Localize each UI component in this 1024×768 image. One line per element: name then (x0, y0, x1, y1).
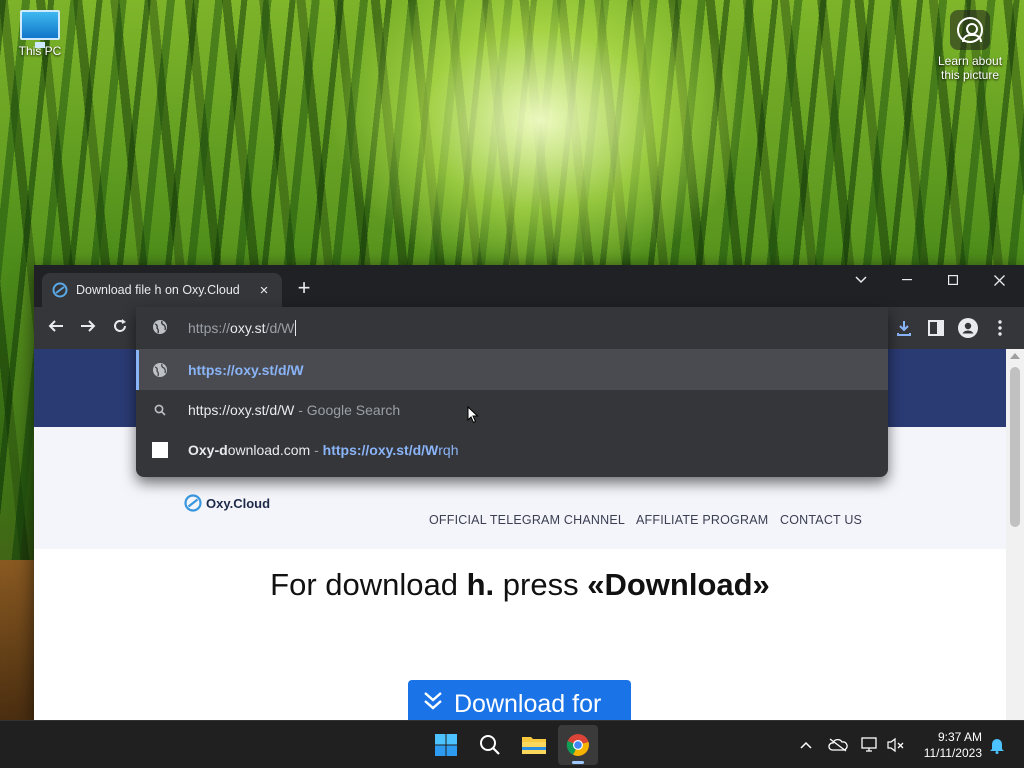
clock-time: 9:37 AM (937, 730, 982, 744)
double-chevron-down-icon (424, 692, 442, 710)
suggestion-search-text: https://oxy.st/d/W (188, 402, 295, 418)
page-scrollbar[interactable] (1006, 349, 1024, 720)
suggestion-search-source: - Google Search (298, 402, 401, 418)
computer-icon (20, 10, 60, 48)
address-host: oxy.st (230, 320, 266, 336)
back-button[interactable] (44, 316, 68, 340)
suggestion-history-url-rest: rqh (438, 442, 459, 458)
search-icon (152, 402, 168, 418)
oxy-cloud-logo-icon (184, 494, 202, 512)
clock-date: 11/11/2023 (923, 746, 982, 760)
address-bar[interactable]: https://oxy.st/d/W (136, 307, 888, 349)
tab-title: Download file h on Oxy.Cloud (76, 283, 240, 297)
menu-kebab-icon[interactable] (988, 316, 1012, 340)
network-icon[interactable] (859, 735, 881, 755)
suggestion-url-text: https://oxy.st/d/W (188, 362, 304, 378)
scrollbar-thumb[interactable] (1010, 367, 1020, 527)
nav-link-contact[interactable]: CONTACT US (780, 513, 862, 527)
suggestion-url[interactable]: https://oxy.st/d/W (136, 350, 888, 390)
learn-about-picture-icon (950, 10, 990, 50)
tab-strip: Download file h on Oxy.Cloud × + (34, 265, 1024, 307)
headline-pre: For download (270, 567, 467, 602)
windows-start-icon[interactable] (426, 725, 466, 765)
logo-text: Oxy.Cloud (206, 495, 271, 511)
maximize-button[interactable] (930, 265, 976, 295)
nav-link-affiliate[interactable]: AFFILIATE PROGRAM (636, 513, 768, 527)
reload-button[interactable] (108, 316, 132, 340)
download-button[interactable]: Download for (408, 680, 631, 720)
scroll-up-arrow-icon[interactable] (1010, 353, 1020, 359)
chrome-icon[interactable] (558, 725, 598, 765)
download-button-label: Download for (454, 690, 602, 718)
downloads-icon[interactable] (892, 316, 916, 340)
volume-muted-icon[interactable] (885, 735, 907, 755)
tray-overflow-chevron-icon[interactable] (795, 735, 817, 755)
globe-icon (152, 319, 168, 338)
globe-icon (152, 362, 168, 378)
forward-button[interactable] (76, 316, 100, 340)
tab-close-icon[interactable]: × (256, 282, 272, 299)
close-window-button[interactable] (976, 265, 1022, 295)
tab-search-chevron-icon[interactable] (838, 265, 884, 295)
side-panel-icon[interactable] (924, 316, 948, 340)
file-explorer-icon[interactable] (514, 725, 554, 765)
omnibox-dropdown: https://oxy.st/d/W https://oxy.st/d/W ht… (136, 307, 888, 477)
suggestion-history-url-bold: https://oxy.st/d/W (322, 442, 439, 458)
oxy-cloud-favicon (52, 282, 68, 298)
browser-window: Download file h on Oxy.Cloud × + https:/… (34, 265, 1024, 720)
onedrive-offline-icon[interactable] (827, 735, 849, 755)
address-suffix: /d/W (265, 320, 295, 336)
headline-file: h. (466, 567, 495, 602)
learn-label-line1: Learn about (937, 54, 1003, 68)
address-prefix: https:// (188, 320, 231, 336)
desktop-icon-this-pc[interactable]: This PC (12, 10, 68, 58)
profile-avatar-icon[interactable] (956, 316, 980, 340)
page-headline: For download h. press «Download» (34, 567, 1006, 603)
suggestion-site-rest: ownload.com (227, 442, 311, 458)
tab-active[interactable]: Download file h on Oxy.Cloud × (42, 273, 282, 307)
suggestion-site-bold: Oxy-d (188, 442, 228, 458)
taskbar: 9:37 AM 11/11/2023 (0, 720, 1024, 768)
learn-label-line2: this picture (940, 68, 1000, 82)
nav-link-telegram[interactable]: OFFICIAL TELEGRAM CHANNEL (429, 513, 625, 527)
mouse-cursor-icon (467, 406, 479, 424)
headline-cta: «Download» (587, 567, 770, 602)
minimize-button[interactable] (884, 265, 930, 295)
favicon-blank-icon (152, 442, 168, 458)
text-caret (295, 320, 297, 336)
headline-mid: press (494, 567, 588, 602)
learn-about-picture[interactable]: Learn about this picture (930, 10, 1010, 82)
suggestion-separator: - (314, 442, 319, 458)
oxy-cloud-logo[interactable]: Oxy.Cloud (184, 494, 270, 512)
taskbar-clock[interactable]: 9:37 AM 11/11/2023 (924, 729, 982, 761)
suggestion-search[interactable]: https://oxy.st/d/W - Google Search (136, 390, 888, 430)
suggestion-history[interactable]: Oxy-d ownload.com - https://oxy.st/d/W rqh (136, 430, 888, 470)
new-tab-button[interactable]: + (292, 277, 316, 301)
search-icon[interactable] (470, 725, 510, 765)
notification-bell-icon[interactable] (986, 735, 1008, 755)
